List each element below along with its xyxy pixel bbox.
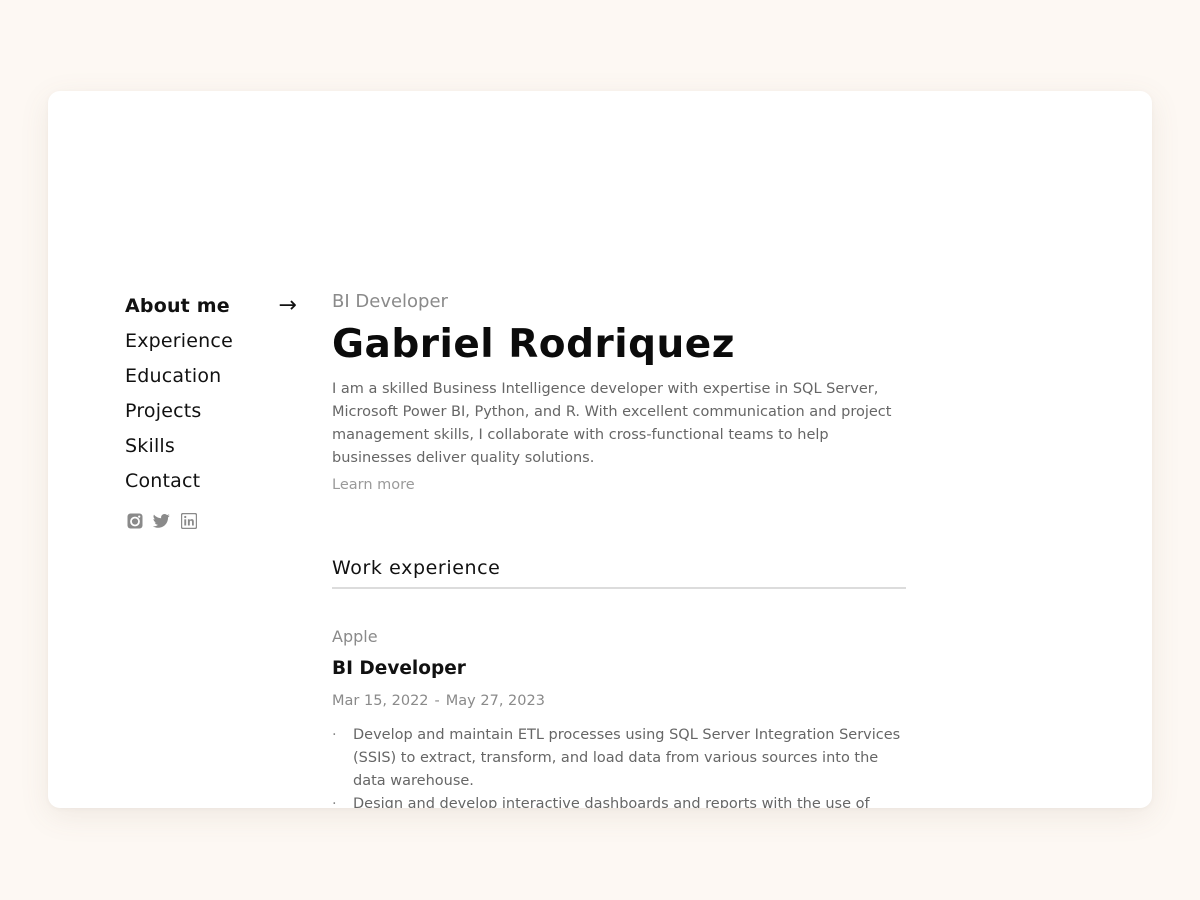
- twitter-icon[interactable]: [153, 512, 170, 529]
- nav-item-education[interactable]: Education: [125, 358, 285, 393]
- job-company: Apple: [332, 627, 378, 646]
- job-title: BI Developer: [332, 658, 466, 679]
- nav-item-label: Experience: [125, 329, 233, 352]
- profile-role: BI Developer: [332, 291, 448, 312]
- date-separator: -: [434, 693, 440, 709]
- nav-item-label: Projects: [125, 399, 202, 422]
- job-start-date: Mar 15, 2022: [332, 693, 429, 709]
- main-content: BI Developer Gabriel Rodriquez I am a sk…: [332, 288, 906, 808]
- nav-item-projects[interactable]: Projects: [125, 393, 285, 428]
- profile-bio: I am a skilled Business Intelligence dev…: [332, 381, 892, 466]
- nav-item-label: About me: [125, 294, 230, 317]
- nav-item-label: Contact: [125, 469, 201, 492]
- sidebar-nav: About me → Experience Education Projects…: [125, 288, 297, 529]
- resume-card: About me → Experience Education Projects…: [48, 91, 1152, 808]
- learn-more-link[interactable]: Learn more: [332, 477, 415, 493]
- linkedin-icon[interactable]: [180, 512, 197, 529]
- bullet-dot-icon: ·: [332, 796, 337, 808]
- job-responsibilities: · Develop and maintain ETL processes usi…: [332, 724, 906, 808]
- job-entry: Apple BI Developer Mar 15, 2022- May 27, …: [332, 625, 906, 808]
- job-dates: Mar 15, 2022- May 27, 2023: [332, 690, 906, 712]
- job-bullet: · Design and develop interactive dashboa…: [332, 793, 906, 808]
- nav-item-skills[interactable]: Skills: [125, 428, 285, 463]
- job-end-date: May 27, 2023: [445, 693, 545, 709]
- social-links: [126, 512, 285, 529]
- nav-item-label: Education: [125, 364, 222, 387]
- work-experience-heading: Work experience: [332, 557, 906, 589]
- nav-item-contact[interactable]: Contact: [125, 463, 285, 498]
- job-bullet: · Develop and maintain ETL processes usi…: [332, 724, 906, 793]
- nav-item-about-me[interactable]: About me →: [125, 288, 297, 323]
- job-bullet-text: Design and develop interactive dashboard…: [353, 796, 870, 808]
- nav-item-experience[interactable]: Experience: [125, 323, 285, 358]
- job-bullet-text: Develop and maintain ETL processes using…: [353, 727, 901, 789]
- profile-name: Gabriel Rodriquez: [332, 322, 735, 367]
- instagram-icon[interactable]: [126, 512, 143, 529]
- arrow-right-icon: →: [278, 293, 297, 318]
- bullet-dot-icon: ·: [332, 727, 337, 743]
- nav-item-label: Skills: [125, 434, 175, 457]
